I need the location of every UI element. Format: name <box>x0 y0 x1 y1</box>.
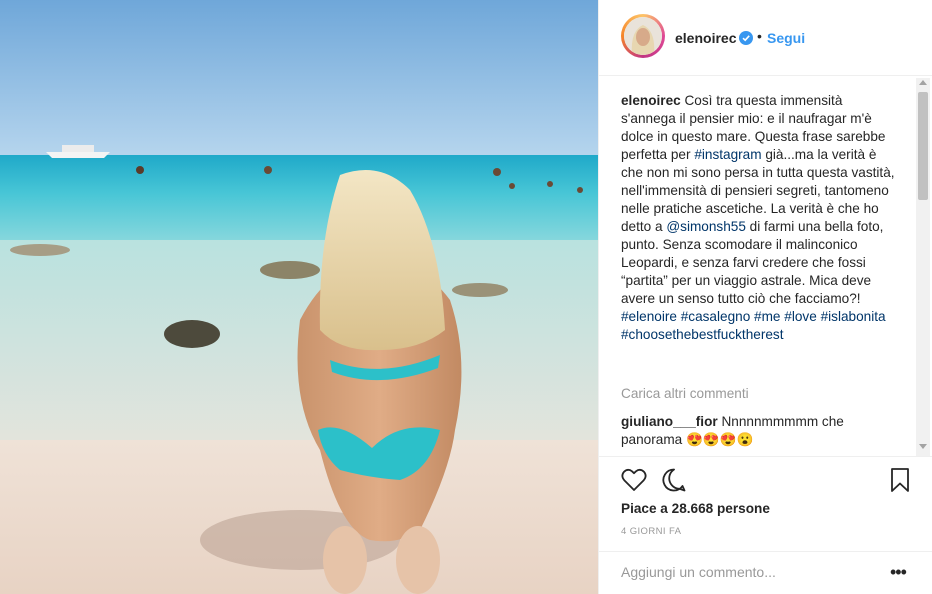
scroll-up-arrow-icon[interactable] <box>919 80 927 85</box>
hashtag-link[interactable]: #casalegno <box>681 309 751 324</box>
hashtag-link[interactable]: #islabonita <box>821 309 886 324</box>
hashtag-link[interactable]: #instagram <box>694 147 761 162</box>
bookmark-icon[interactable] <box>889 467 911 493</box>
post-photo[interactable] <box>0 0 598 594</box>
comment-username[interactable]: giuliano___fior <box>621 414 718 429</box>
scroll-down-arrow-icon[interactable] <box>919 444 927 449</box>
scrollbar-thumb[interactable] <box>918 92 928 200</box>
hashtag-link[interactable]: #choosethebestfucktherest <box>621 327 783 342</box>
comment-icon[interactable] <box>661 467 687 493</box>
avatar[interactable] <box>621 14 665 58</box>
load-more-comments[interactable]: Carica altri commenti <box>621 386 749 401</box>
more-options-icon[interactable]: ••• <box>890 562 907 583</box>
post-timestamp: 4 GIORNI FA <box>621 526 682 537</box>
follow-button[interactable]: Segui <box>767 30 805 46</box>
mention-link[interactable]: @simonsh55 <box>666 219 746 234</box>
header-username[interactable]: elenoirec <box>675 30 736 46</box>
comments-section: elenoirec Così tra questa immensità s'an… <box>599 76 932 456</box>
verified-badge-icon <box>739 31 753 45</box>
post-header: elenoirec • Segui <box>599 0 932 76</box>
hashtag-link[interactable]: #elenoire <box>621 309 677 324</box>
comment-input[interactable]: Aggiungi un commento... <box>621 564 776 580</box>
separator: • <box>757 28 762 44</box>
comment: giuliano___fior Nnnnnmmmmm che panorama … <box>621 413 899 449</box>
heart-icon[interactable] <box>621 467 647 493</box>
action-bar: Piace a 28.668 persone 4 GIORNI FA <box>599 456 932 551</box>
add-comment-bar: Aggiungi un commento... ••• <box>599 551 932 594</box>
caption: elenoirec Così tra questa immensità s'an… <box>621 92 899 344</box>
likes-count[interactable]: Piace a 28.668 persone <box>621 501 770 516</box>
hashtag-link[interactable]: #love <box>784 309 817 324</box>
caption-username[interactable]: elenoirec <box>621 93 681 108</box>
post-panel: elenoirec • Segui elenoirec Così tra que… <box>598 0 932 594</box>
hashtag-link[interactable]: #me <box>754 309 780 324</box>
